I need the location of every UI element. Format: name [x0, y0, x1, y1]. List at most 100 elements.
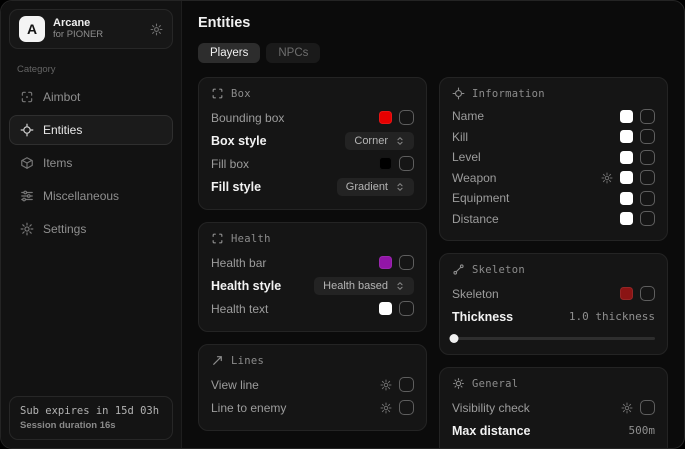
session-duration-text: Session duration 16s [20, 420, 162, 431]
color-swatch[interactable] [620, 110, 633, 123]
checkbox[interactable] [640, 129, 655, 144]
setting-row-fill-style: Fill style Gradient [211, 175, 414, 198]
sidebar-item-aimbot[interactable]: Aimbot [9, 82, 173, 112]
sidebar-item-items[interactable]: Items [9, 148, 173, 178]
checkbox[interactable] [640, 286, 655, 301]
color-swatch[interactable] [379, 302, 392, 315]
setting-row-fill-box: Fill box [211, 152, 414, 175]
color-swatch[interactable] [620, 171, 633, 184]
main-content: Entities Players NPCs Box [182, 1, 684, 448]
sidebar-item-label: Aimbot [43, 90, 80, 104]
max-distance-value: 500m [629, 424, 656, 437]
app-name: Arcane [53, 17, 103, 30]
checkbox[interactable] [640, 191, 655, 206]
entities-icon [20, 123, 34, 137]
sidebar-item-entities[interactable]: Entities [9, 115, 173, 145]
max-distance-slider[interactable] [452, 447, 655, 448]
gear-icon [20, 222, 34, 236]
setting-row-health-text: Health text [211, 297, 414, 320]
gear-icon[interactable] [380, 402, 392, 414]
setting-row-equipment: Equipment [452, 188, 655, 209]
checkbox[interactable] [640, 109, 655, 124]
app-logo: A [19, 16, 45, 42]
color-swatch[interactable] [379, 157, 392, 170]
box-style-dropdown[interactable]: Corner [345, 132, 414, 150]
package-icon [20, 156, 34, 170]
setting-row-max-distance: Max distance 500m [452, 419, 655, 442]
checkbox[interactable] [640, 150, 655, 165]
sub-expires-text: Sub expires in 15d 03h [20, 405, 162, 417]
crosshair-scan-icon [20, 90, 34, 104]
checkbox[interactable] [399, 255, 414, 270]
unfold-icon [395, 136, 405, 146]
info-scan-icon [452, 87, 465, 100]
checkbox[interactable] [399, 110, 414, 125]
color-swatch[interactable] [379, 256, 392, 269]
setting-row-box-style: Box style Corner [211, 129, 414, 152]
sidebar-item-label: Entities [43, 123, 82, 137]
slider-thumb[interactable] [450, 334, 459, 343]
color-swatch[interactable] [620, 130, 633, 143]
checkbox[interactable] [399, 400, 414, 415]
color-swatch[interactable] [379, 111, 392, 124]
unfold-icon [395, 281, 405, 291]
gear-icon[interactable] [380, 379, 392, 391]
lines-card: Lines View line [198, 344, 427, 431]
right-column: Information Name Kill [439, 77, 668, 448]
card-title: Skeleton [472, 264, 525, 276]
thickness-slider[interactable] [452, 333, 655, 343]
unfold-icon [395, 182, 405, 192]
setting-row-skeleton: Skeleton [452, 282, 655, 305]
checkbox[interactable] [640, 211, 655, 226]
tab-bar: Players NPCs [198, 43, 668, 63]
card-title: Information [472, 88, 545, 100]
subscription-card: Sub expires in 15d 03h Session duration … [9, 396, 173, 440]
box-card: Box Bounding box Box style Corner [198, 77, 427, 210]
gear-icon[interactable] [601, 172, 613, 184]
brand-card: A Arcane for PIONER [9, 9, 173, 49]
thickness-value: 1.0 thickness [569, 310, 655, 323]
sun-icon [452, 377, 465, 390]
sidebar-item-miscellaneous[interactable]: Miscellaneous [9, 181, 173, 211]
checkbox[interactable] [399, 301, 414, 316]
card-title: General [472, 378, 518, 390]
general-card: General Visibility check [439, 367, 668, 448]
bone-icon [452, 263, 465, 276]
gear-icon[interactable] [621, 402, 633, 414]
checkbox[interactable] [640, 400, 655, 415]
sidebar-item-label: Items [43, 156, 72, 170]
sliders-icon [20, 189, 34, 203]
color-swatch[interactable] [620, 151, 633, 164]
setting-row-health-style: Health style Health based [211, 274, 414, 297]
corner-brackets-icon [211, 232, 224, 245]
tab-players[interactable]: Players [198, 43, 260, 63]
color-swatch[interactable] [620, 192, 633, 205]
health-style-dropdown[interactable]: Health based [314, 277, 414, 295]
setting-row-health-bar: Health bar [211, 251, 414, 274]
page-title: Entities [198, 15, 668, 31]
color-swatch[interactable] [620, 212, 633, 225]
health-card: Health Health bar Health style Health ba… [198, 222, 427, 332]
sidebar-item-settings[interactable]: Settings [9, 214, 173, 244]
app-window: A Arcane for PIONER Category [0, 0, 685, 449]
sidebar-item-label: Settings [43, 222, 86, 236]
fill-style-dropdown[interactable]: Gradient [337, 178, 414, 196]
setting-row-line-to-enemy: Line to enemy [211, 396, 414, 419]
sidebar: A Arcane for PIONER Category [1, 1, 182, 448]
color-swatch[interactable] [620, 287, 633, 300]
checkbox[interactable] [399, 156, 414, 171]
checkbox[interactable] [399, 377, 414, 392]
sidebar-nav: Aimbot Entities Items [9, 82, 173, 244]
checkbox[interactable] [640, 170, 655, 185]
gear-icon[interactable] [150, 23, 163, 36]
category-label: Category [17, 64, 165, 75]
setting-row-view-line: View line [211, 373, 414, 396]
sidebar-item-label: Miscellaneous [43, 189, 119, 203]
setting-row-bounding-box: Bounding box [211, 106, 414, 129]
app-subtitle: for PIONER [53, 30, 103, 41]
setting-row-kill: Kill [452, 127, 655, 148]
tab-npcs[interactable]: NPCs [266, 43, 320, 63]
card-title: Lines [231, 355, 264, 367]
information-card: Information Name Kill [439, 77, 668, 241]
left-column: Box Bounding box Box style Corner [198, 77, 427, 431]
